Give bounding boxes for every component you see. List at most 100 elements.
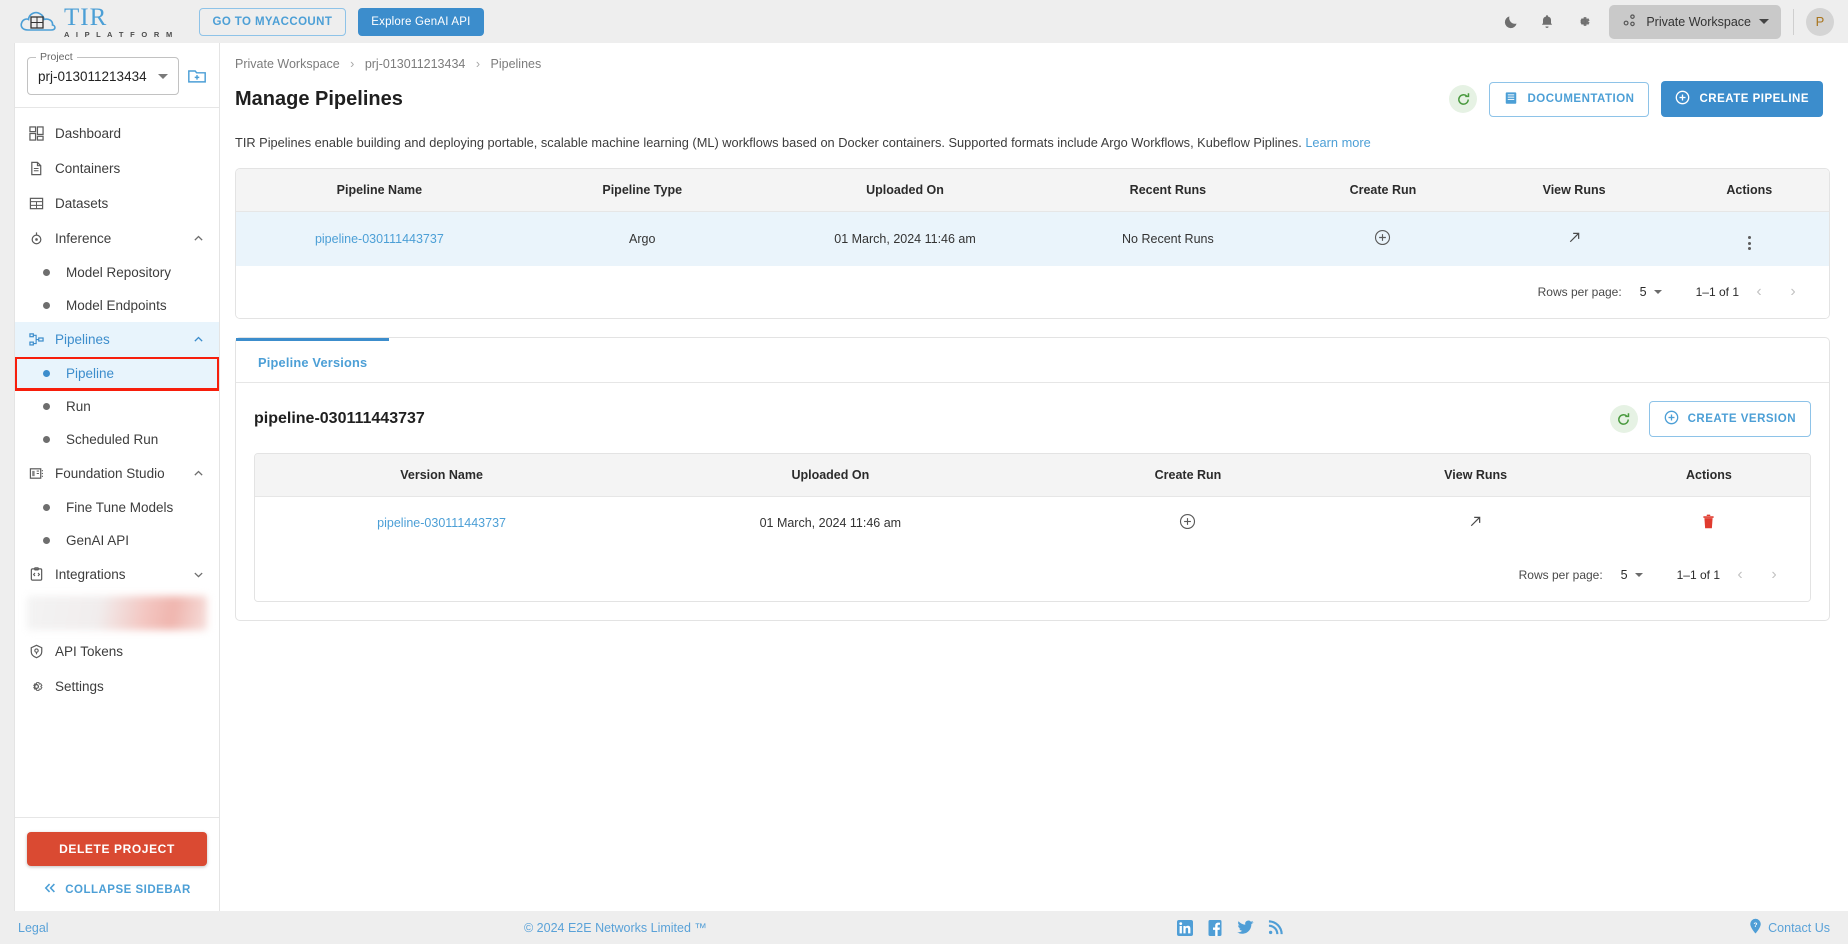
collapse-sidebar-button[interactable]: COLLAPSE SIDEBAR [27, 882, 207, 897]
pipelines-table: Pipeline Name Pipeline Type Uploaded On … [236, 169, 1829, 267]
footer: Legal © 2024 E2E Networks Limited ™ ? Co… [0, 911, 1848, 944]
cell-view-runs [1479, 212, 1670, 267]
settings-icon[interactable] [1568, 7, 1598, 37]
sidebar-item-settings[interactable]: Settings [15, 669, 219, 704]
versions-header: pipeline-030111443737 CREATE VERSION [236, 383, 1829, 438]
chevron-right-icon[interactable]: › [1779, 278, 1807, 306]
containers-icon [29, 161, 55, 176]
table-row[interactable]: pipeline-030111443737 01 March, 2024 11:… [255, 497, 1810, 550]
chevron-down-icon [192, 568, 205, 581]
sidebar-item-fine-tune-models[interactable]: Fine Tune Models [15, 491, 219, 524]
explore-genai-api-button[interactable]: Explore GenAI API [358, 7, 484, 36]
chevron-up-icon [192, 333, 205, 346]
divider [1793, 8, 1794, 35]
column-uploaded-on: Uploaded On [628, 454, 1033, 498]
twitter-icon[interactable] [1237, 920, 1254, 935]
facebook-icon[interactable] [1207, 919, 1223, 936]
breadcrumb-item-project[interactable]: prj-013011213434 [365, 57, 466, 71]
new-project-icon[interactable] [187, 66, 207, 86]
sidebar-item-scheduled-run[interactable]: Scheduled Run [15, 423, 219, 456]
workspace-icon [1621, 12, 1638, 32]
chevron-right-icon[interactable]: › [1760, 561, 1788, 589]
delete-icon[interactable] [1701, 514, 1716, 530]
project-select[interactable]: Project prj-013011213434 [27, 51, 179, 95]
cell-pipeline-type: Argo [629, 232, 656, 247]
version-name-link[interactable]: pipeline-030111443737 [377, 516, 506, 530]
chevron-up-icon [192, 232, 205, 245]
sidebar-item-api-tokens[interactable]: API Tokens [15, 634, 219, 669]
delete-project-button[interactable]: DELETE PROJECT [27, 832, 207, 866]
collapse-sidebar-label: COLLAPSE SIDEBAR [65, 883, 191, 896]
sidebar-item-foundation-studio[interactable]: Foundation Studio [15, 456, 219, 491]
rss-icon[interactable] [1268, 920, 1283, 935]
versions-title: pipeline-030111443737 [254, 410, 425, 428]
sidebar-item-run[interactable]: Run [15, 390, 219, 423]
bullet-icon [43, 537, 50, 544]
brand-logo[interactable]: TIR A I P L A T F O R M [18, 5, 175, 39]
documentation-button[interactable]: DOCUMENTATION [1489, 81, 1650, 117]
documentation-label: DOCUMENTATION [1527, 93, 1635, 105]
chevron-left-icon[interactable]: ‹ [1745, 278, 1773, 306]
avatar[interactable]: P [1806, 7, 1834, 36]
dark-mode-icon[interactable] [1496, 7, 1526, 37]
sidebar-item-genai-api[interactable]: GenAI API [15, 524, 219, 557]
notifications-icon[interactable] [1532, 7, 1562, 37]
column-actions: Actions [1607, 454, 1810, 498]
breadcrumb-item-workspace[interactable]: Private Workspace [235, 57, 340, 71]
refresh-button[interactable] [1449, 85, 1478, 113]
tab-pipeline-versions[interactable]: Pipeline Versions [236, 338, 390, 382]
pipeline-versions-panel: Pipeline Versions pipeline-030111443737 [235, 337, 1830, 622]
sidebar-item-dashboard[interactable]: Dashboard [15, 116, 219, 151]
legal-link[interactable]: Legal [18, 921, 49, 935]
column-create-run: Create Run [1287, 169, 1479, 213]
sidebar-item-inference[interactable]: Inference [15, 221, 219, 256]
sidebar-item-label: Pipelines [55, 332, 110, 347]
create-pipeline-button[interactable]: CREATE PIPELINE [1661, 81, 1823, 117]
plus-circle-icon[interactable] [1179, 513, 1196, 530]
logo-title: TIR [64, 3, 108, 31]
sidebar-item-datasets[interactable]: Datasets [15, 186, 219, 221]
learn-more-link[interactable]: Learn more [1305, 135, 1370, 150]
sidebar-nav: Dashboard Containers Datasets Inference … [15, 108, 219, 817]
table-header-row: Version Name Uploaded On Create Run View… [255, 454, 1810, 498]
sidebar-item-model-endpoints[interactable]: Model Endpoints [15, 289, 219, 322]
page-title: Manage Pipelines [235, 87, 403, 110]
rows-per-page-select[interactable]: 5 [1640, 285, 1662, 299]
rows-per-page-label: Rows per page: [1537, 285, 1622, 300]
chevron-down-icon [1634, 573, 1643, 578]
sidebar-item-pipeline[interactable]: Pipeline [15, 356, 219, 391]
sidebar: Project prj-013011213434 Dashboard Conta… [14, 43, 220, 911]
intro-text: TIR Pipelines enable building and deploy… [220, 117, 1848, 152]
sidebar-item-pipelines[interactable]: Pipelines [15, 322, 219, 357]
breadcrumb-item-pipelines[interactable]: Pipelines [491, 57, 542, 71]
sidebar-item-label: Containers [55, 161, 121, 176]
sidebar-item-containers[interactable]: Containers [15, 151, 219, 186]
column-actions: Actions [1669, 169, 1829, 213]
chevron-left-icon[interactable]: ‹ [1726, 561, 1754, 589]
cell-create-run [1287, 212, 1478, 267]
pipeline-name-link[interactable]: pipeline-030111443737 [315, 232, 444, 246]
linkedin-icon[interactable] [1177, 919, 1193, 936]
chevron-up-icon [192, 467, 205, 480]
sidebar-item-label: Model Repository [66, 265, 172, 280]
pipelines-table-body: pipeline-030111443737 Argo 01 March, 202… [236, 211, 1829, 267]
rows-per-page-select[interactable]: 5 [1621, 568, 1643, 582]
kebab-menu-icon[interactable] [1747, 236, 1751, 251]
breadcrumb-separator: › [350, 57, 355, 71]
workspace-selector[interactable]: Private Workspace [1609, 4, 1781, 39]
cell-create-run [1032, 497, 1343, 550]
chevron-down-icon [1653, 290, 1662, 295]
contact-us-button[interactable]: ? Contact Us [1748, 918, 1830, 937]
create-version-button[interactable]: CREATE VERSION [1648, 401, 1811, 438]
table-row[interactable]: pipeline-030111443737 Argo 01 March, 202… [236, 211, 1829, 267]
sidebar-item-model-repository[interactable]: Model Repository [15, 256, 219, 289]
sidebar-item-label: Datasets [55, 196, 109, 211]
refresh-versions-button[interactable] [1609, 405, 1638, 434]
sidebar-item-label: Model Endpoints [66, 298, 167, 313]
plus-circle-icon[interactable] [1374, 229, 1391, 246]
redacted-sidebar-item[interactable] [27, 596, 207, 630]
sidebar-item-integrations[interactable]: Integrations [15, 557, 219, 592]
arrow-up-right-icon[interactable] [1467, 513, 1484, 530]
arrow-up-right-icon[interactable] [1566, 229, 1583, 246]
go-to-myaccount-button[interactable]: GO TO MYACCOUNT [198, 7, 347, 36]
